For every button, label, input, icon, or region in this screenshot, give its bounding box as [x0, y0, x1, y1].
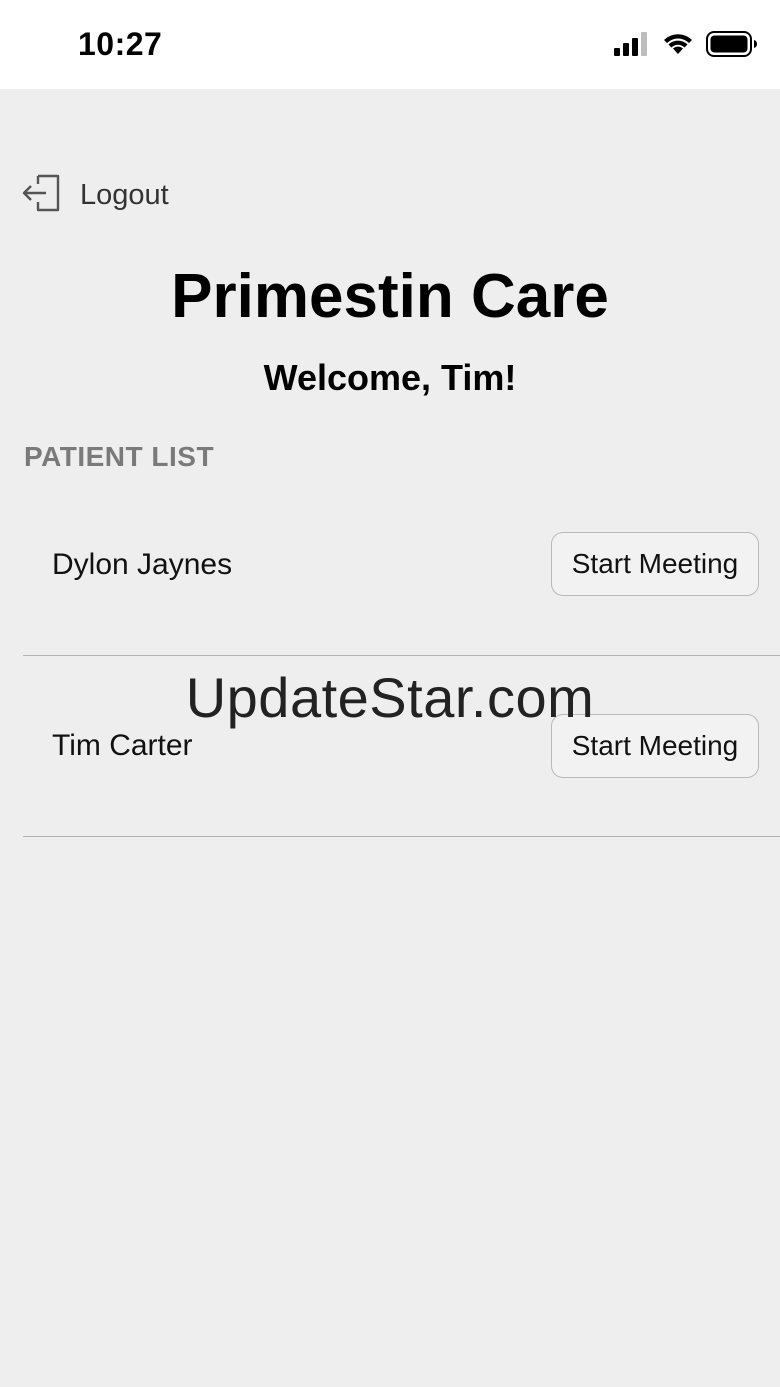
status-bar: 10:27 [0, 0, 780, 89]
divider [23, 836, 780, 837]
logout-label: Logout [80, 179, 169, 211]
logout-button[interactable]: Logout [22, 173, 169, 218]
logout-icon [22, 173, 62, 218]
main-screen: Logout Primestin Care Welcome, Tim! PATI… [0, 89, 780, 1387]
start-meeting-button[interactable]: Start Meeting [551, 532, 759, 596]
patient-name: Dylon Jaynes [52, 548, 233, 581]
divider [23, 655, 780, 656]
app-title: Primestin Care [171, 262, 609, 331]
status-time: 10:27 [78, 26, 163, 62]
list-item: Tim Carter Start Meeting [0, 685, 780, 807]
start-meeting-button[interactable]: Start Meeting [551, 714, 759, 778]
patient-list-header: PATIENT LIST [24, 441, 215, 472]
cellular-signal-icon [614, 32, 650, 61]
patient-name: Tim Carter [52, 729, 193, 762]
welcome-message: Welcome, Tim! [263, 357, 517, 398]
wifi-icon [662, 32, 694, 61]
status-icons [614, 31, 758, 62]
list-item: Dylon Jaynes Start Meeting [0, 504, 780, 626]
battery-icon [706, 31, 758, 62]
